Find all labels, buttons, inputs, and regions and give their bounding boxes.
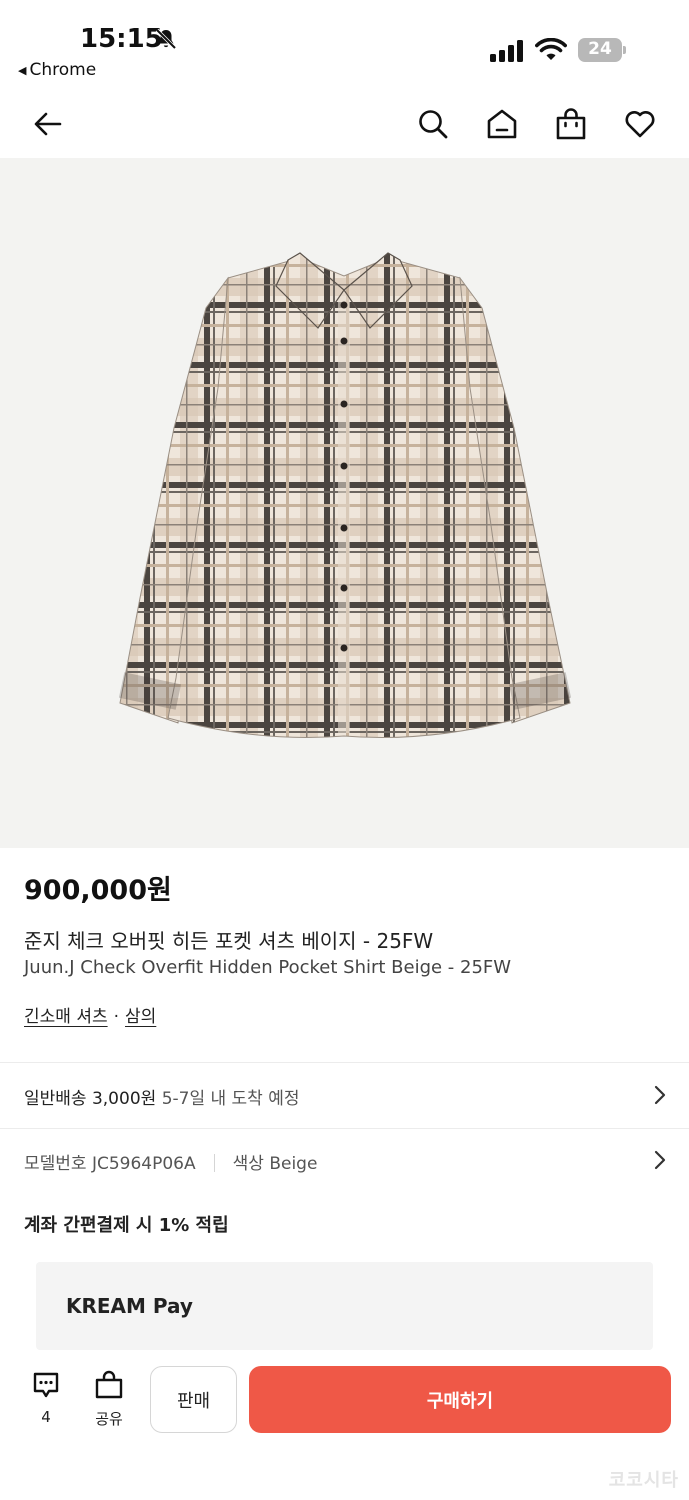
share-bag-icon [95, 1370, 123, 1399]
kream-pay-banner[interactable]: KREAM Pay [36, 1262, 653, 1350]
bell-slash-icon [155, 28, 177, 50]
category-link-long-sleeve[interactable]: 긴소매 셔츠 [24, 1007, 108, 1027]
home-icon [487, 109, 517, 139]
color-value: Beige [269, 1154, 318, 1174]
chevron-right-icon [654, 1085, 666, 1105]
product-title-korean: 준지 체크 오버핏 히든 포켓 셔츠 베이지 - 25FW [24, 929, 434, 953]
back-arrow-icon [34, 112, 62, 136]
kream-pay-label: KREAM Pay [66, 1294, 193, 1318]
buy-button-label: 구매하기 [426, 1390, 494, 1412]
sell-button[interactable]: 판매 [150, 1366, 237, 1433]
nav-bar [0, 92, 689, 156]
share-label: 공유 [95, 1410, 123, 1428]
product-image[interactable] [0, 158, 689, 848]
product-title-english: Juun.J Check Overfit Hidden Pocket Shirt… [24, 957, 512, 978]
product-price: 900,000원 [24, 875, 172, 906]
share-button[interactable]: 공유 [89, 1368, 129, 1429]
comment-icon [33, 1372, 59, 1398]
battery-level: 24 [588, 39, 612, 59]
comments-button[interactable]: 4 [26, 1370, 66, 1426]
shipping-eta: 5-7일 내 도착 예정 [161, 1089, 300, 1109]
comment-count: 4 [41, 1408, 51, 1426]
buy-button[interactable]: 구매하기 [249, 1366, 671, 1433]
model-info-row[interactable]: 모델번호 JC5964P06A 색상 Beige [0, 1129, 689, 1193]
chevron-right-icon [654, 1150, 666, 1170]
wifi-icon [535, 38, 567, 60]
category-separator: · [113, 1007, 120, 1027]
plaid-shirt-image [118, 252, 572, 739]
color-label: 색상 [232, 1154, 264, 1174]
model-number-label: 모델번호 [24, 1154, 87, 1174]
heart-icon [625, 111, 655, 138]
status-time: 15:15 [80, 24, 163, 54]
payment-benefit-text: 계좌 간편결제 시 1% 적립 [24, 1215, 229, 1236]
wishlist-button[interactable] [618, 102, 662, 146]
model-number-value: JC5964P06A [91, 1154, 196, 1174]
status-bar: 15:15 ◀ Chrome 24 [0, 0, 689, 88]
cellular-signal-icon [490, 40, 523, 62]
search-button[interactable] [411, 102, 455, 146]
back-to-app-link[interactable]: ◀ Chrome [18, 60, 96, 80]
cart-button[interactable] [549, 102, 593, 146]
shipping-price: 일반배송 3,000원 [24, 1089, 157, 1109]
bottom-action-bar: 4 공유 판매 구매하기 코코시타 [0, 1356, 689, 1500]
shopping-bag-icon [556, 108, 586, 140]
back-triangle-icon: ◀ [18, 64, 27, 77]
back-app-label: Chrome [29, 60, 97, 80]
divider [0, 1062, 689, 1063]
shipping-row[interactable]: 일반배송 3,000원 5-7일 내 도착 예정 [0, 1064, 689, 1128]
sell-button-label: 판매 [176, 1390, 211, 1412]
back-button[interactable] [26, 102, 70, 146]
battery-indicator: 24 [578, 38, 626, 62]
home-button[interactable] [480, 102, 524, 146]
search-icon [419, 110, 448, 139]
category-link-tops[interactable]: 삼의 [125, 1007, 156, 1027]
category-breadcrumb: 긴소매 셔츠 · 삼의 [24, 1002, 156, 1027]
model-separator [213, 1154, 215, 1172]
watermark: 코코시타 [608, 1470, 679, 1491]
